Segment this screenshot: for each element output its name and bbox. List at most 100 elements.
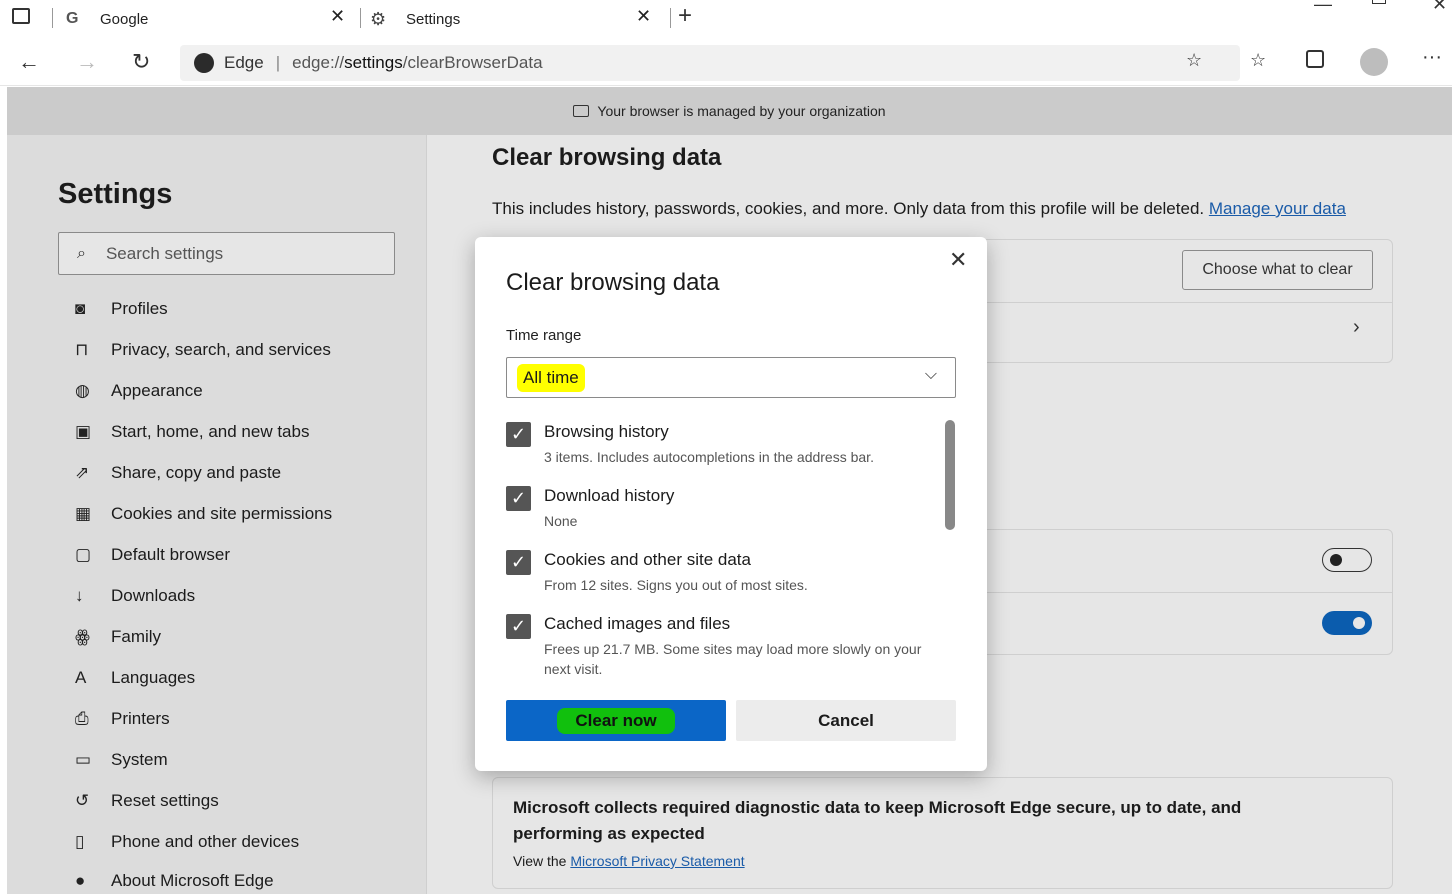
avatar[interactable] xyxy=(1360,48,1388,76)
sidebar-title: Settings xyxy=(58,178,173,210)
sidebar-item-label: Profiles xyxy=(111,299,168,318)
toggle-on[interactable] xyxy=(1322,611,1372,635)
managed-banner: Your browser is managed by your organiza… xyxy=(7,87,1452,135)
manage-data-link[interactable]: Manage your data xyxy=(1209,199,1346,218)
sidebar-item-family[interactable]: ꙮ Family xyxy=(75,622,161,652)
sidebar-item-label: Start, home, and new tabs xyxy=(111,422,310,441)
checkbox-checked-icon[interactable]: ✓ xyxy=(506,550,531,575)
sidebar-item-label: Family xyxy=(111,627,162,646)
sidebar-item-share[interactable]: ⇗ Share, copy and paste xyxy=(75,458,281,488)
sidebar-item-printers[interactable]: ⎙ Printers xyxy=(75,704,170,734)
address-path: /clearBrowserData xyxy=(402,53,543,72)
sidebar-item-label: Reset settings xyxy=(111,791,219,810)
lock-icon: ⊓ xyxy=(75,340,89,359)
sidebar-item-about[interactable]: ● About Microsoft Edge xyxy=(75,866,274,894)
search-input[interactable]: ⌕ Search settings xyxy=(58,232,395,275)
palette-icon: ◍ xyxy=(75,381,90,400)
checkbox-title: Browsing history xyxy=(544,422,669,441)
address-prefix: edge:// xyxy=(292,53,345,72)
checkbox-checked-icon[interactable]: ✓ xyxy=(506,614,531,639)
close-tab-icon[interactable]: ✕ xyxy=(636,6,651,27)
page-title: Clear browsing data xyxy=(492,144,722,171)
address-brand: Edge xyxy=(224,53,264,72)
tab-google[interactable]: G Google ✕ xyxy=(66,3,356,35)
close-tab-icon[interactable]: ✕ xyxy=(330,6,345,27)
sidebar-item-cookies[interactable]: ▦ Cookies and site permissions xyxy=(75,499,332,529)
browser-icon: ▢ xyxy=(75,545,92,564)
tab-bar: G Google ✕ ⚙ Settings ✕ + — ✕ xyxy=(0,0,1452,40)
checkbox-checked-icon[interactable]: ✓ xyxy=(506,422,531,447)
toggle-off[interactable] xyxy=(1322,548,1372,572)
tab-actions-icon[interactable] xyxy=(12,8,30,24)
chevron-right-icon[interactable]: › xyxy=(1353,316,1360,339)
sidebar-item-privacy[interactable]: ⊓ Privacy, search, and services xyxy=(75,335,331,365)
clear-now-label: Clear now xyxy=(557,707,675,734)
address-bar[interactable]: Edge | edge:// settings /clearBrowserDat… xyxy=(180,45,1240,81)
time-range-value: All time xyxy=(517,363,585,392)
refresh-icon[interactable]: ↻ xyxy=(132,48,150,76)
chevron-down-icon: ⌵ xyxy=(924,366,937,383)
privacy-statement-row: View the Microsoft Privacy Statement xyxy=(513,853,745,869)
sidebar-item-label: Appearance xyxy=(111,381,203,400)
language-icon: A xyxy=(75,668,87,687)
close-icon[interactable]: ✕ xyxy=(949,247,967,273)
search-placeholder: Search settings xyxy=(105,243,224,263)
tab-divider xyxy=(670,8,671,28)
sidebar-item-label: Downloads xyxy=(111,586,196,605)
collections-icon[interactable] xyxy=(1306,50,1324,68)
more-menu-icon[interactable]: ··· xyxy=(1422,46,1442,69)
sidebar-item-profiles[interactable]: ◙ Profiles xyxy=(75,294,168,324)
sidebar-item-system[interactable]: ▭ System xyxy=(75,745,168,775)
address-separator: | xyxy=(275,53,281,72)
sidebar-item-downloads[interactable]: ↓ Downloads xyxy=(75,581,195,611)
tab-label: Settings xyxy=(406,10,461,28)
tab-settings[interactable]: ⚙ Settings ✕ xyxy=(370,3,660,35)
family-icon: ꙮ xyxy=(75,627,90,646)
page-description: This includes history, passwords, cookie… xyxy=(492,199,1346,219)
sidebar-item-label: Share, copy and paste xyxy=(111,463,282,482)
tab-label: Google xyxy=(100,10,149,28)
add-favorite-icon[interactable]: ☆ xyxy=(1186,50,1202,71)
maximize-icon[interactable] xyxy=(1372,0,1386,4)
close-window-icon[interactable]: ✕ xyxy=(1432,0,1447,15)
choose-what-to-clear-button[interactable]: Choose what to clear xyxy=(1182,250,1373,290)
sidebar-item-label: Cookies and site permissions xyxy=(111,504,333,523)
reset-icon: ↺ xyxy=(75,791,90,810)
minimize-icon[interactable]: — xyxy=(1314,0,1332,15)
checkbox-title: Download history xyxy=(544,486,675,505)
address-row: ← → ↻ Edge | edge:// settings /clearBrow… xyxy=(0,40,1452,86)
dialog-scrollbar[interactable] xyxy=(945,420,955,530)
google-g-icon: G xyxy=(66,10,79,27)
sidebar-item-reset[interactable]: ↺ Reset settings xyxy=(75,786,219,816)
toggle-knob xyxy=(1353,617,1365,629)
managed-banner-text: Your browser is managed by your organiza… xyxy=(597,103,886,119)
cancel-button[interactable]: Cancel xyxy=(736,700,956,741)
share-icon: ⇗ xyxy=(75,463,90,482)
privacy-statement-link[interactable]: Microsoft Privacy Statement xyxy=(570,853,744,869)
time-range-select[interactable]: All time ⌵ xyxy=(506,357,956,398)
diagnostic-text: Microsoft collects required diagnostic d… xyxy=(513,798,1242,843)
edge-logo-icon xyxy=(194,53,214,73)
checkbox-subtitle: None xyxy=(544,513,578,529)
address-host: settings xyxy=(344,53,403,72)
favorites-icon[interactable]: ☆ xyxy=(1250,50,1266,71)
sidebar-item-label: Default browser xyxy=(111,545,231,564)
back-arrow-icon[interactable]: ← xyxy=(18,48,40,76)
privacy-link-prefix: View the xyxy=(513,853,567,869)
sidebar-item-label: About Microsoft Edge xyxy=(111,871,274,890)
sidebar-item-appearance[interactable]: ◍ Appearance xyxy=(75,376,203,406)
forward-arrow-icon[interactable]: → xyxy=(76,48,98,76)
new-tab-button[interactable]: + xyxy=(678,2,692,30)
checkbox-checked-icon[interactable]: ✓ xyxy=(506,486,531,511)
download-icon: ↓ xyxy=(75,586,84,605)
sidebar-item-default-browser[interactable]: ▢ Default browser xyxy=(75,540,230,570)
sidebar-item-phone[interactable]: ▯ Phone and other devices xyxy=(75,827,299,857)
sidebar-item-label: Languages xyxy=(111,668,196,687)
sidebar-item-languages[interactable]: A Languages xyxy=(75,663,195,693)
sidebar-item-start-home[interactable]: ▣ Start, home, and new tabs xyxy=(75,417,309,447)
clear-now-button[interactable]: Clear now xyxy=(506,700,726,741)
sidebar-item-label: Phone and other devices xyxy=(111,832,300,851)
printer-icon: ⎙ xyxy=(75,709,89,728)
profile-icon: ◙ xyxy=(75,299,86,318)
tab-divider xyxy=(360,8,361,28)
